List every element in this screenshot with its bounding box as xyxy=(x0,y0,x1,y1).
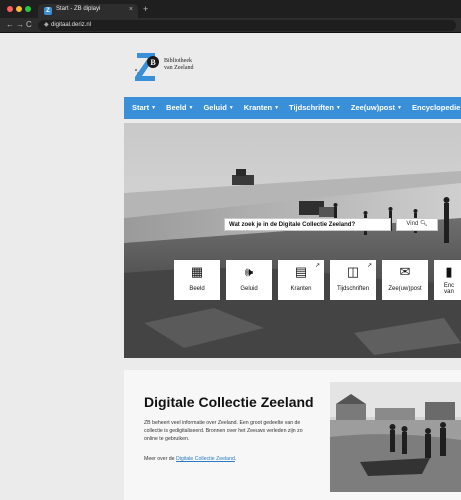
search-input[interactable]: Wat zoek je in de Digitale Collectie Zee… xyxy=(224,218,391,231)
chevron-down-icon: ▼ xyxy=(188,105,194,111)
url-text[interactable]: digitaal.deriz.nl xyxy=(51,22,91,28)
new-tab-button[interactable]: + xyxy=(143,4,148,14)
close-window-button[interactable] xyxy=(7,6,13,12)
search-button[interactable]: Vind 🔍︎ xyxy=(396,218,438,231)
tile-label: Enc van xyxy=(443,283,455,295)
nav-item-tijdschriften[interactable]: Tijdschriften ▼ xyxy=(284,97,346,119)
lock-icon: ◆ xyxy=(44,22,49,28)
nav-item-label: Zee(uw)post xyxy=(350,103,396,112)
forward-button[interactable]: → xyxy=(16,20,24,29)
browser-toolbar: ← → C ◆ digitaal.deriz.nl xyxy=(0,18,461,33)
logo-wordmark: Bibliotheek van Zeeland xyxy=(164,58,193,72)
tile-tijdschriften[interactable]: ↗ ◫ Tijdschriften xyxy=(330,260,376,300)
address-bar[interactable]: ◆ digitaal.deriz.nl xyxy=(38,20,456,31)
chevron-down-icon: ▼ xyxy=(274,105,280,111)
reload-button[interactable]: C xyxy=(26,20,32,29)
zoom-window-button[interactable] xyxy=(25,6,31,12)
about-more-prefix: Meer over de xyxy=(144,456,177,462)
newspaper-icon: ▤ xyxy=(294,264,308,279)
book-icon: ◫ xyxy=(346,264,360,279)
back-button[interactable]: ← xyxy=(6,20,14,29)
main-navigation: Start ▼ Beeld ▼ Geluid ▼ Kranten ▼ Tijdschriften… xyxy=(124,97,461,119)
nav-item-label: Encyclopedie van Ze xyxy=(411,103,461,112)
nav-item-label: Kranten xyxy=(243,103,273,112)
logo-line-2: van Zeeland xyxy=(164,65,194,71)
browser-tab-bar: Z Start - ZB diplayi × + xyxy=(0,0,461,18)
zb-logo[interactable]: B Bibliotheek van Zeeland xyxy=(133,50,213,84)
page: B Bibliotheek van Zeeland Start ▼ Beeld ▼ Ge… xyxy=(0,34,461,500)
tile-kranten[interactable]: ↗ ▤ Kranten xyxy=(278,260,324,300)
hero-photo xyxy=(124,123,461,358)
tile-label: Kranten xyxy=(290,286,312,292)
nav-item-beeld[interactable]: Beeld ▼ xyxy=(161,97,198,119)
speaker-icon: 🕪 xyxy=(244,264,254,279)
tile-geluid[interactable]: 🕪 Geluid xyxy=(226,260,272,300)
about-section: Digitale Collectie Zeeland ZB beheert ve… xyxy=(124,370,461,500)
nav-item-label: Start xyxy=(132,103,150,112)
tile-encyclopedie[interactable]: ▮ Enc van xyxy=(434,260,461,300)
svg-text:B: B xyxy=(150,58,156,67)
logo-line-1: Bibliotheek xyxy=(164,58,192,64)
minimize-window-button[interactable] xyxy=(16,6,22,12)
zb-favicon-icon: Z xyxy=(44,7,52,15)
tile-label: Zee(uw)post xyxy=(388,286,422,292)
about-photo xyxy=(330,382,461,492)
nav-item-label: Beeld xyxy=(166,103,187,112)
hero-banner: Wat zoek je in de Digitale Collectie Zee… xyxy=(124,123,461,358)
nav-item-label: Geluid xyxy=(203,103,227,112)
nav-item-start[interactable]: Start ▼ xyxy=(124,97,161,119)
nav-item-zeeuwpost[interactable]: Zee(uw)post ▼ xyxy=(346,97,407,119)
browser-tab[interactable]: Z Start - ZB diplayi × xyxy=(38,4,138,18)
image-icon: ▦ xyxy=(190,264,204,279)
zb-logo-icon: B xyxy=(135,53,159,81)
tile-beeld[interactable]: ▦ Beeld xyxy=(174,260,220,300)
nav-item-label: Tijdschriften xyxy=(289,103,334,112)
tile-label: Geluid xyxy=(240,286,258,292)
encyclopedia-icon: ▮ xyxy=(445,264,453,279)
nav-item-geluid[interactable]: Geluid ▼ xyxy=(198,97,238,119)
tile-label: Beeld xyxy=(189,286,205,292)
tab-close-icon[interactable]: × xyxy=(129,6,133,13)
tile-zeeuwpost[interactable]: ✉ Zee(uw)post xyxy=(382,260,428,300)
about-more-suffix: . xyxy=(234,456,237,462)
about-body: ZB beheert veel informatie over Zeeland.… xyxy=(144,420,303,442)
about-more-link[interactable]: Digitale Collectie Zeeland xyxy=(176,456,235,462)
chevron-down-icon: ▼ xyxy=(335,105,341,111)
nav-item-kranten[interactable]: Kranten ▼ xyxy=(239,97,284,119)
about-more-line: Meer over de Digitale Collectie Zeeland. xyxy=(144,456,236,462)
envelope-icon: ✉ xyxy=(399,264,411,279)
search-placeholder: Wat zoek je in de Digitale Collectie Zee… xyxy=(229,222,356,228)
chevron-down-icon: ▼ xyxy=(151,105,157,111)
chevron-down-icon: ▼ xyxy=(228,105,234,111)
about-title: Digitale Collectie Zeeland xyxy=(144,394,314,410)
tile-label: Tijdschriften xyxy=(336,286,370,292)
nav-item-encyclopedie[interactable]: Encyclopedie van Ze xyxy=(407,97,461,119)
tab-title: Start - ZB diplayi xyxy=(56,6,101,12)
chevron-down-icon: ▼ xyxy=(397,105,402,111)
